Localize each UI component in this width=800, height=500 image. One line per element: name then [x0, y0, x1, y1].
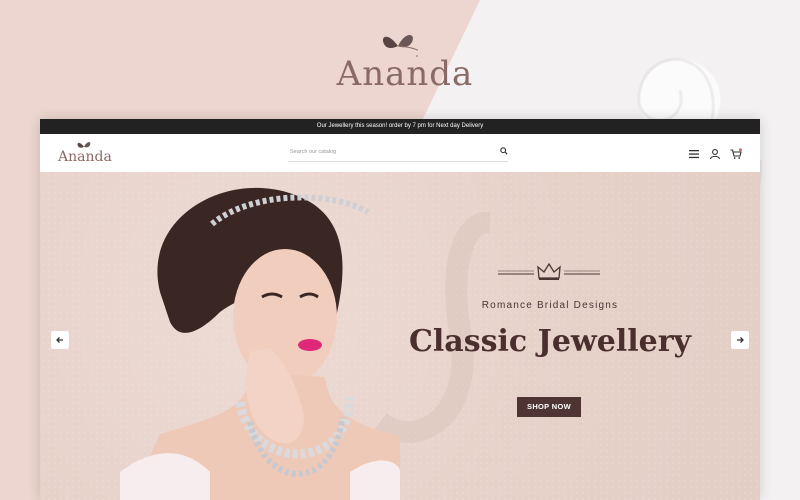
site-logo-text: Ananda: [58, 149, 112, 165]
user-icon[interactable]: [709, 147, 721, 160]
cart-icon[interactable]: [730, 147, 742, 159]
search-bar[interactable]: Search our catalog: [288, 144, 508, 162]
prev-slide-button[interactable]: [51, 331, 69, 349]
hero-tagline: Romance Bridal Designs: [481, 300, 619, 311]
shop-now-button[interactable]: SHOP NOW: [517, 397, 581, 417]
hero-headline: Classic Jewellery: [409, 324, 691, 359]
menu-icon[interactable]: [688, 147, 700, 159]
model-image: [120, 187, 400, 500]
arrow-right-icon: [737, 337, 744, 343]
website-mockup: Our Jewellery this season! order by 7 pm…: [40, 119, 760, 500]
arrow-left-icon: [56, 337, 63, 343]
site-header: Ananda Search our catalog: [40, 134, 760, 173]
promo-logo-text: Ananda: [336, 54, 474, 94]
search-icon[interactable]: [500, 147, 508, 155]
announcement-bar: Our Jewellery this season! order by 7 pm…: [40, 119, 760, 134]
site-logo[interactable]: Ananda: [58, 140, 118, 166]
next-slide-button[interactable]: [731, 331, 749, 349]
header-icons: [688, 147, 742, 160]
promo-logo: Ananda: [330, 30, 480, 100]
search-input[interactable]: Search our catalog: [290, 149, 336, 155]
hero-banner: Romance Bridal Designs Classic Jewellery…: [40, 172, 760, 500]
crown-divider-icon: [498, 262, 600, 280]
